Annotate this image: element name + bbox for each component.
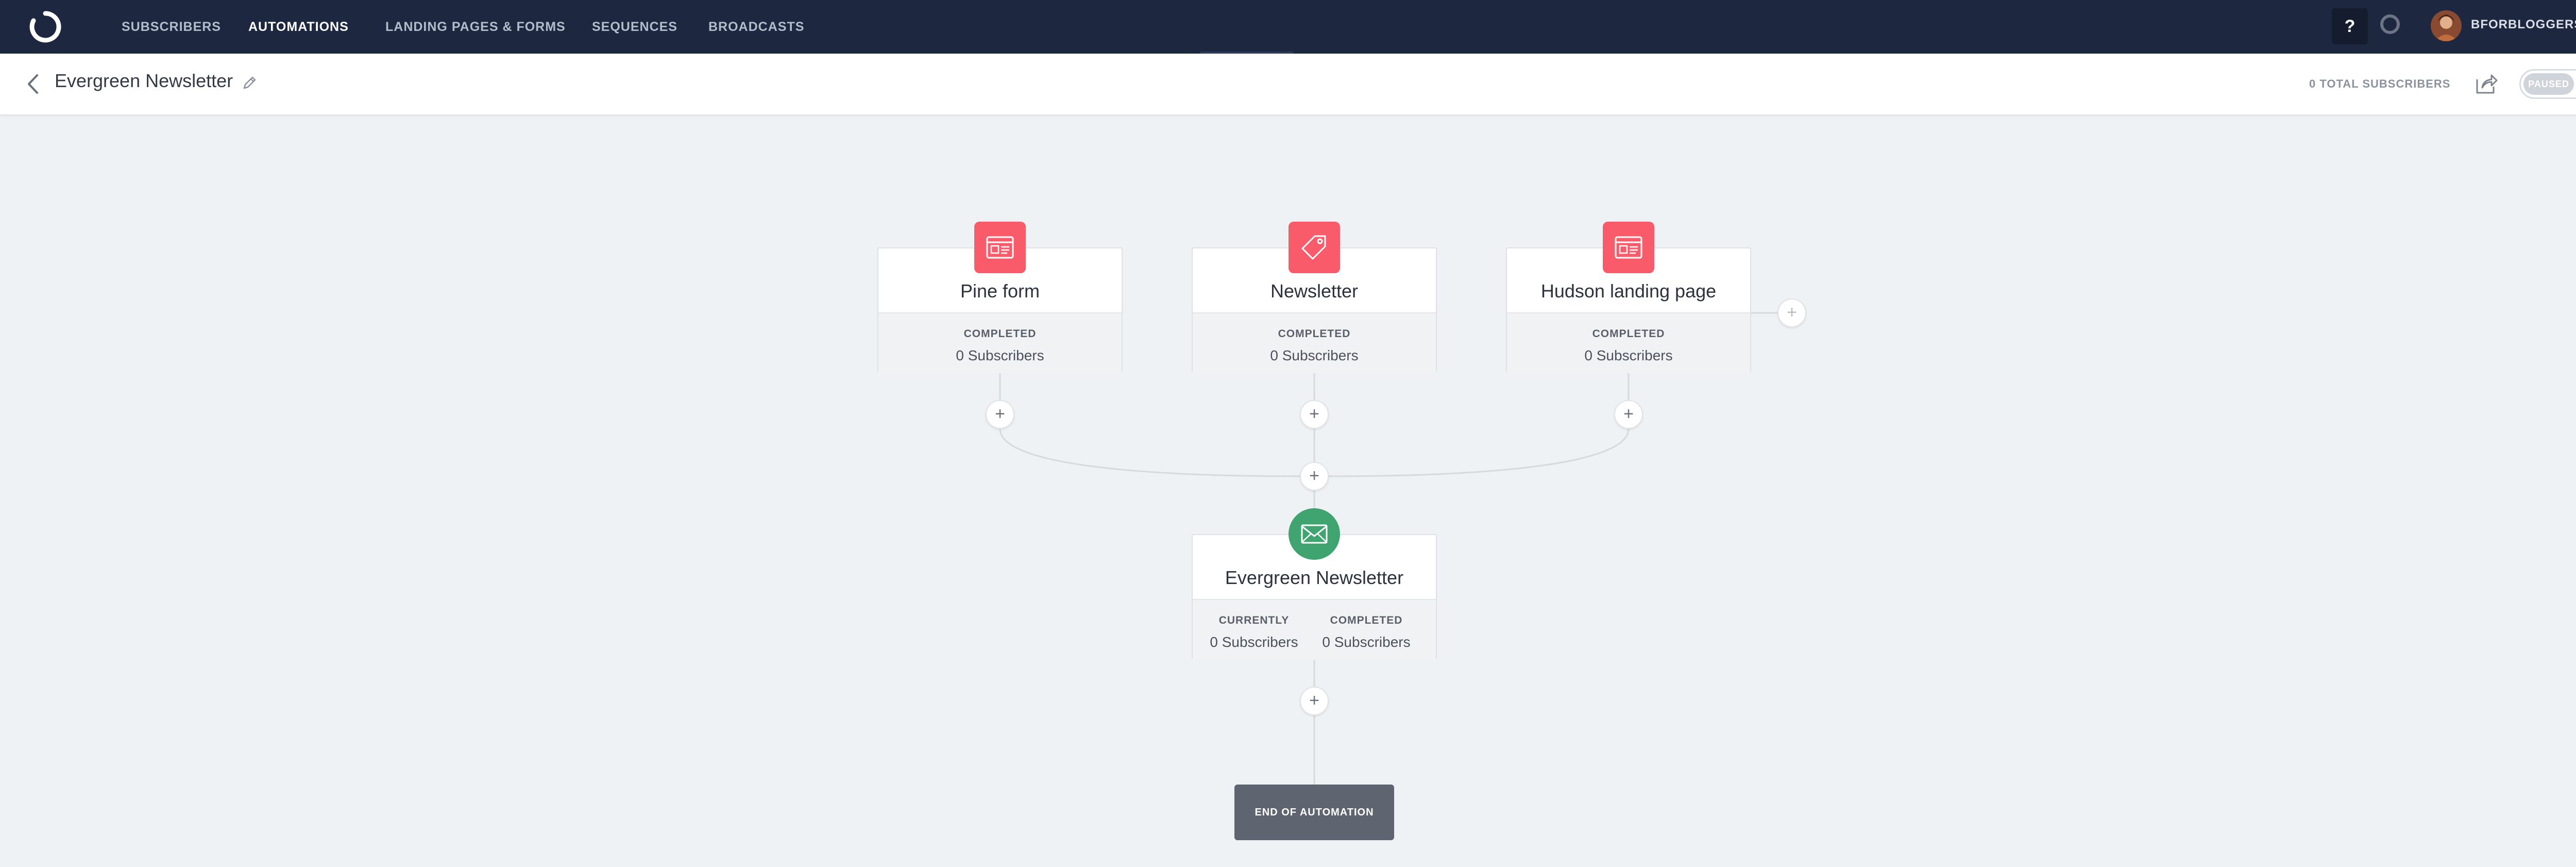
status-toggle[interactable]: PAUSED — [2519, 69, 2576, 99]
workflow-connectors — [999, 312, 1777, 785]
top-navigation-bar: SUBSCRIBERS AUTOMATIONS LANDING PAGES & … — [0, 0, 2576, 54]
avatar[interactable] — [2431, 10, 2462, 41]
sequence-node-title: Evergreen Newsletter — [1225, 567, 1404, 588]
app-logo-icon[interactable] — [27, 8, 64, 45]
add-entry-point-button[interactable]: + — [1777, 298, 1806, 327]
nav-broadcasts[interactable]: BROADCASTS — [708, 0, 804, 54]
entry-node-stats: COMPLETED 0 Subscribers — [878, 312, 1122, 373]
total-subscribers-count: 0 TOTAL SUBSCRIBERS — [2309, 77, 2451, 90]
pencil-edit-icon[interactable] — [241, 75, 258, 91]
nav-subscribers[interactable]: SUBSCRIBERS — [122, 0, 221, 54]
entry-node-title: Newsletter — [1270, 280, 1359, 302]
add-step-button[interactable]: + — [1300, 400, 1329, 429]
tag-icon — [1289, 222, 1340, 273]
stat-label: CURRENTLY — [1218, 614, 1290, 626]
stat-label: COMPLETED — [1330, 614, 1403, 626]
add-step-button[interactable]: + — [1300, 687, 1329, 715]
add-step-button[interactable]: + — [986, 400, 1014, 429]
entry-node-title: Hudson landing page — [1540, 280, 1717, 302]
page-title: Evergreen Newsletter — [55, 70, 233, 91]
stat-value: 0 Subscribers — [1584, 347, 1673, 363]
landing-page-icon — [1603, 222, 1654, 273]
add-step-button[interactable]: + — [1300, 462, 1329, 491]
back-arrow-icon[interactable] — [24, 72, 42, 96]
nav-sequences[interactable]: SEQUENCES — [592, 0, 677, 54]
add-step-button[interactable]: + — [1614, 400, 1643, 429]
end-of-automation: END OF AUTOMATION — [1234, 785, 1394, 840]
entry-node-stats: COMPLETED 0 Subscribers — [1507, 312, 1750, 373]
stat-value: 0 Subscribers — [1270, 347, 1359, 363]
form-icon — [974, 222, 1026, 273]
stat-value: 0 Subscribers — [1210, 634, 1298, 650]
entry-node-stats: COMPLETED 0 Subscribers — [1193, 312, 1436, 373]
stat-value: 0 Subscribers — [956, 347, 1044, 363]
envelope-icon — [1289, 508, 1340, 560]
help-button[interactable]: ? — [2332, 8, 2368, 44]
sequence-node-stats: CURRENTLY 0 Subscribers COMPLETED 0 Subs… — [1193, 599, 1436, 660]
account-name[interactable]: BFORBLOGGERS — [2471, 18, 2576, 32]
stat-label: COMPLETED — [1278, 328, 1351, 340]
share-icon[interactable] — [2474, 72, 2499, 96]
stat-value: 0 Subscribers — [1322, 634, 1411, 650]
nav-landing-pages-forms[interactable]: LANDING PAGES & FORMS — [385, 0, 566, 54]
nav-automations[interactable]: AUTOMATIONS — [248, 0, 349, 54]
automation-header — [0, 54, 2576, 115]
entry-node-title: Pine form — [960, 280, 1040, 302]
stat-label: COMPLETED — [1592, 328, 1665, 340]
loading-ring-icon — [2380, 14, 2400, 34]
stat-label: COMPLETED — [963, 328, 1037, 340]
status-toggle-label: PAUSED — [2523, 73, 2574, 95]
